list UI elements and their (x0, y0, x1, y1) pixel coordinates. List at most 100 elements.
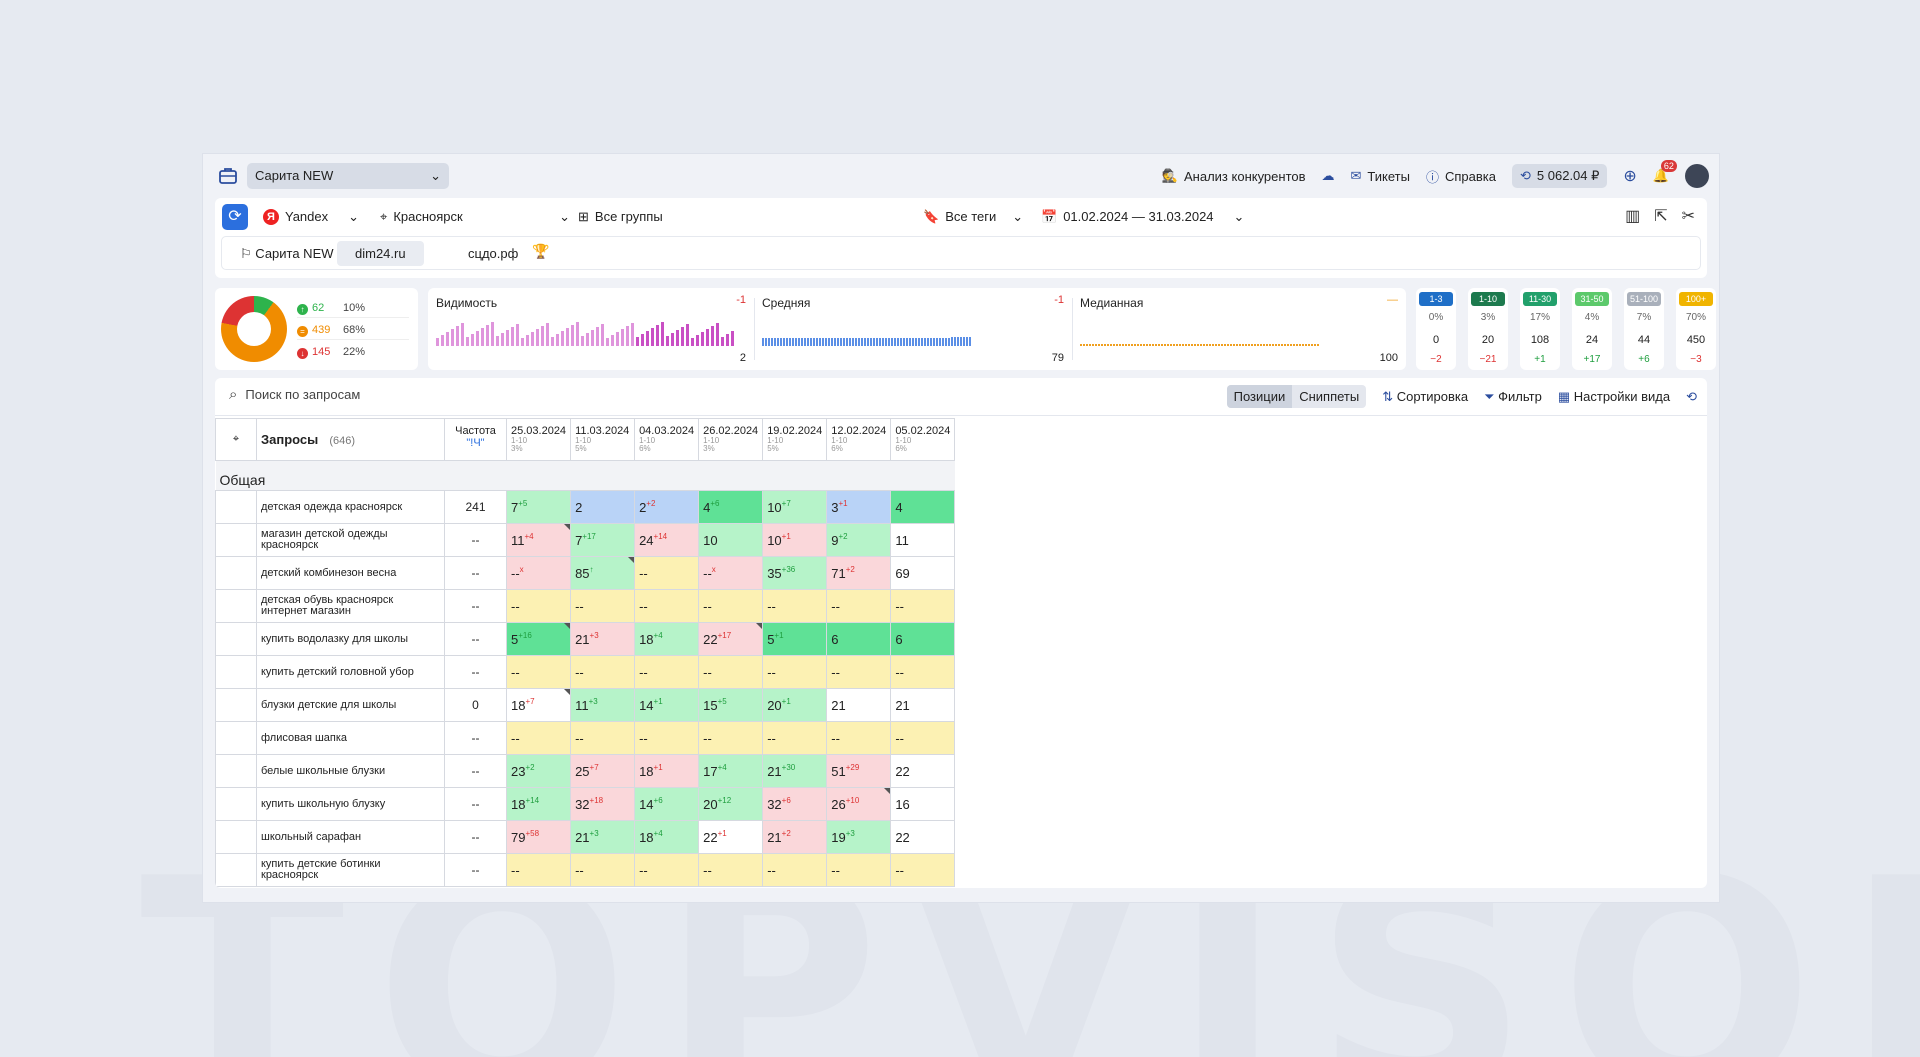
row-checkbox-cell[interactable] (215, 787, 257, 821)
position-cell[interactable]: -- (890, 589, 956, 623)
position-cell[interactable]: -- (634, 589, 700, 623)
trophy-icon[interactable]: 🏆 (532, 243, 549, 260)
position-cell[interactable]: 25+7 (570, 754, 636, 788)
position-cell[interactable]: 17+4 (698, 754, 764, 788)
range-card[interactable]: 31-50 4% 24 +17 (1572, 288, 1612, 370)
position-cell[interactable]: 85↑ (570, 556, 636, 590)
tags-select[interactable]: 🔖 Все теги ⌄ (923, 206, 1023, 228)
table-row[interactable]: детский комбинезон весна -- --x 85↑ -- --x 35+… (215, 556, 956, 590)
metric-median[interactable]: Медианная — 100 (1072, 288, 1406, 370)
position-cell[interactable]: 5+1 (762, 622, 828, 656)
avatar[interactable] (1685, 164, 1709, 188)
briefcase-icon[interactable] (217, 165, 239, 187)
position-cell[interactable]: 21 (890, 688, 956, 722)
position-cell[interactable]: 21 (826, 688, 892, 722)
position-cell[interactable]: -- (505, 721, 572, 755)
position-cell[interactable]: 22 (890, 820, 956, 854)
project-select[interactable]: Сарита NEW ⌄ (247, 163, 449, 189)
range-card[interactable]: 1-3 0% 0 −2 (1416, 288, 1456, 370)
position-cell[interactable]: -- (570, 589, 636, 623)
table-row[interactable]: блузки детские для школы 0 18+7 11+3 14+1 15+… (215, 688, 956, 722)
region-select[interactable]: ⌖ Красноярск ⌄ (380, 206, 570, 228)
position-cell[interactable]: -- (634, 655, 700, 689)
table-row[interactable]: детская одежда красноярск 241 7+5 2 2+2 4+6 10… (215, 490, 956, 524)
position-cell[interactable]: 35+36 (762, 556, 828, 590)
table-row[interactable]: купить водолазку для школы -- 5+16 21+3 18+4… (215, 622, 956, 656)
metric-visibility[interactable]: Видимость -1 2 (428, 288, 754, 370)
queries-header[interactable]: Запросы (646) (256, 418, 445, 461)
row-checkbox-cell[interactable] (215, 556, 257, 590)
position-cell[interactable]: -- (570, 655, 636, 689)
cloud-upload-icon[interactable]: ☁ (1322, 168, 1335, 184)
position-cell[interactable]: -- (826, 589, 892, 623)
position-cell[interactable]: -- (634, 853, 700, 887)
position-cell[interactable]: 2+2 (634, 490, 700, 524)
position-cell[interactable]: 2 (570, 490, 636, 524)
date-column-header[interactable]: 19.02.2024 1-10 5% (762, 418, 828, 461)
query-text[interactable]: белые школьные блузки (256, 754, 445, 788)
date-column-header[interactable]: 11.03.2024 1-10 5% (570, 418, 636, 461)
sync-icon[interactable]: ⟲ (1686, 389, 1697, 405)
bar-chart-icon[interactable]: ▥ (1625, 206, 1640, 226)
position-cell[interactable]: 21+3 (570, 820, 636, 854)
position-cell[interactable]: -- (505, 589, 572, 623)
crosshair-header[interactable]: ⌖ (215, 418, 257, 461)
row-checkbox-cell[interactable] (215, 853, 257, 887)
sort-button[interactable]: ⇅ Сортировка (1382, 389, 1468, 405)
position-cell[interactable]: 22+17 (698, 622, 764, 656)
position-cell[interactable]: 18+1 (634, 754, 700, 788)
view-settings-button[interactable]: ▦ Настройки вида (1558, 389, 1670, 405)
position-cell[interactable]: 6 (890, 622, 956, 656)
position-cell[interactable]: 21+30 (762, 754, 828, 788)
position-cell[interactable]: -- (762, 853, 828, 887)
date-column-header[interactable]: 05.02.2024 1-10 6% (890, 418, 956, 461)
table-row[interactable]: купить детские ботинки красноярск -- -- -- -… (215, 853, 956, 887)
position-cell[interactable]: -- (698, 853, 764, 887)
query-text[interactable]: школьный сарафан (256, 820, 445, 854)
position-cell[interactable]: 11 (890, 523, 956, 557)
position-cell[interactable]: 10+1 (762, 523, 828, 557)
position-cell[interactable]: 71+2 (826, 556, 892, 590)
position-cell[interactable]: -- (505, 853, 572, 887)
query-text[interactable]: купить водолазку для школы (256, 622, 445, 656)
row-checkbox-cell[interactable] (215, 589, 257, 623)
position-cell[interactable]: 18+14 (505, 787, 572, 821)
date-column-header[interactable]: 12.02.2024 1-10 6% (826, 418, 892, 461)
position-cell[interactable]: -- (505, 655, 572, 689)
position-cell[interactable]: 5+16 (505, 622, 572, 656)
site-tab-dim24[interactable]: dim24.ru (337, 241, 424, 266)
date-column-header[interactable]: 25.03.2024 1-10 3% (505, 418, 572, 461)
position-cell[interactable]: 10 (698, 523, 764, 557)
metric-average[interactable]: Средняя -1 79 (754, 288, 1072, 370)
table-row[interactable]: флисовая шапка -- -- -- -- -- -- -- -- (215, 721, 956, 755)
site-tab-project[interactable]: ⚐ Сарита NEW (222, 241, 352, 266)
range-card[interactable]: 51-100 7% 44 +6 (1624, 288, 1664, 370)
query-text[interactable]: детская обувь красноярск интернет магази… (256, 589, 445, 623)
position-cell[interactable]: 20+1 (762, 688, 828, 722)
position-cell[interactable]: 18+4 (634, 820, 700, 854)
position-cell[interactable]: -- (762, 655, 828, 689)
row-checkbox-cell[interactable] (215, 622, 257, 656)
date-column-header[interactable]: 04.03.2024 1-10 6% (634, 418, 700, 461)
position-cell[interactable]: 21+2 (762, 820, 828, 854)
row-checkbox-cell[interactable] (215, 655, 257, 689)
position-cell[interactable]: 22+1 (698, 820, 764, 854)
export-icon[interactable]: ⇱ (1654, 206, 1667, 226)
position-cell[interactable]: 7+17 (570, 523, 636, 557)
position-cell[interactable]: 69 (890, 556, 956, 590)
position-cell[interactable]: -- (570, 853, 636, 887)
query-text[interactable]: купить детские ботинки красноярск (256, 853, 445, 887)
tickets-link[interactable]: ✉ Тикеты (1351, 168, 1410, 184)
position-cell[interactable]: 11+4 (505, 523, 572, 557)
position-cell[interactable]: --x (698, 556, 764, 590)
positions-tab[interactable]: Позиции (1226, 385, 1293, 408)
position-cell[interactable]: -- (634, 721, 700, 755)
position-cell[interactable]: -- (570, 721, 636, 755)
position-cell[interactable]: -- (826, 721, 892, 755)
row-checkbox-cell[interactable] (215, 688, 257, 722)
position-cell[interactable]: 32+18 (570, 787, 636, 821)
position-cell[interactable]: 4+6 (698, 490, 764, 524)
position-cell[interactable]: 32+6 (762, 787, 828, 821)
position-cell[interactable]: 11+3 (570, 688, 636, 722)
frequency-header[interactable]: Частота "!Ч" (444, 418, 507, 461)
